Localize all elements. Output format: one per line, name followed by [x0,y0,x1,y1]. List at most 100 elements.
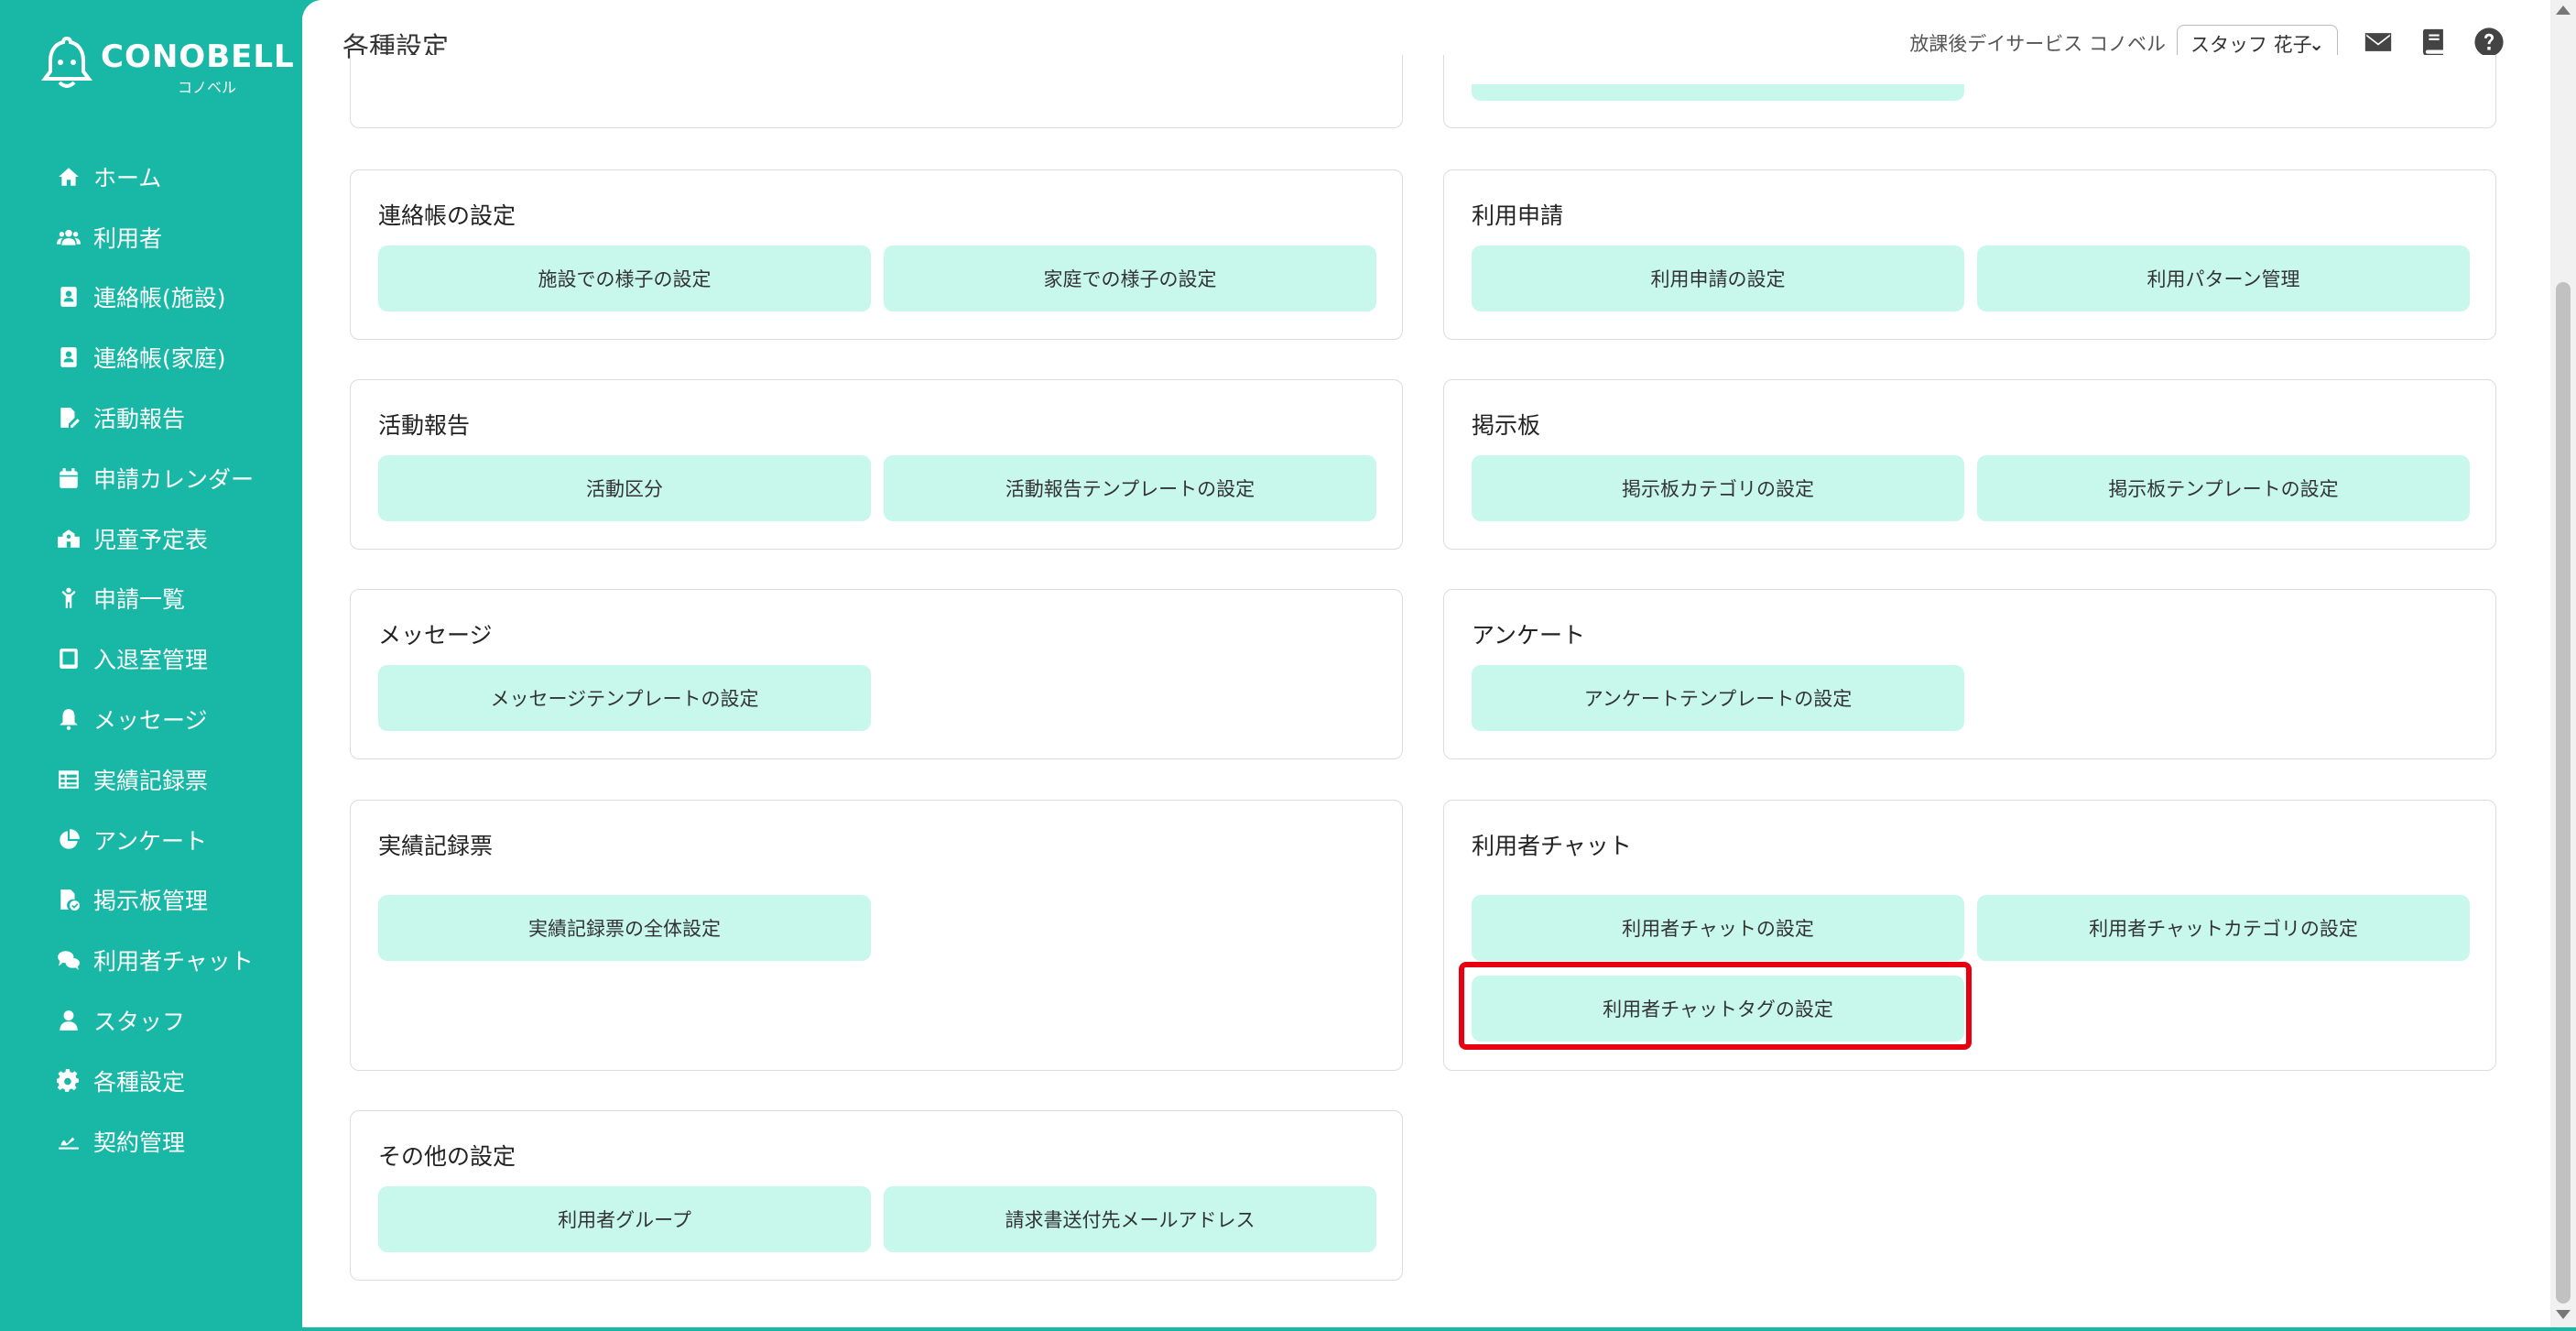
card-user-chat: 利用者チャット 利用者チャットの設定 利用者チャットカテゴリの設定 利用者チャッ… [1443,800,2496,1071]
scroll-up-arrow-icon[interactable] [2556,5,2571,15]
sidebar-item-label: スタッフ [93,1009,186,1036]
sidebar-item-users[interactable]: 利用者 [0,207,302,267]
card-other: その他の設定 利用者グループ 請求書送付先メールアドレス [350,1110,1403,1281]
sidebar-item-contact-facility[interactable]: 連絡帳(施設) [0,267,302,328]
scrollbar-thumb[interactable] [2556,282,2571,1304]
partial-button[interactable] [1472,84,1964,101]
sidebar-item-user-chat[interactable]: 利用者チャット [0,930,302,990]
activity-template-button[interactable]: 活動報告テンプレートの設定 [884,455,1376,521]
sidebar-item-calendar[interactable]: 申請カレンダー [0,448,302,508]
card-title: メッセージ [378,622,493,649]
card-enquete: アンケート アンケートテンプレートの設定 [1443,589,2496,759]
card-keijiban: 掲示板 掲示板カテゴリの設定 掲示板テンプレートの設定 [1443,379,2496,550]
sidebar-item-activity-report[interactable]: 活動報告 [0,387,302,448]
card-title: 掲示板 [1472,412,1541,439]
staff-select-value: スタッフ 花子 [2190,34,2312,56]
school-icon [55,525,82,552]
sidebar-item-label: 連絡帳(家庭) [93,345,226,373]
mail-icon[interactable] [2362,26,2395,59]
logo[interactable]: CONOBELL コノベル [40,33,294,97]
sidebar-item-label: 契約管理 [93,1129,186,1156]
sidebar-item-label: アンケート [93,827,208,855]
card-title: 利用申請 [1472,202,1564,229]
sidebar-item-contract[interactable]: 契約管理 [0,1111,302,1172]
card-partial-right [1443,55,2496,128]
card-message: メッセージ メッセージテンプレートの設定 [350,589,1403,759]
bulletin-category-button[interactable]: 掲示板カテゴリの設定 [1472,455,1964,521]
sidebar-item-performance-record[interactable]: 実績記録票 [0,749,302,810]
home-icon [55,163,82,191]
usage-pattern-button[interactable]: 利用パターン管理 [1977,245,2470,311]
pie-chart-icon [55,826,82,854]
bell-logo-icon [41,36,92,88]
highlight-box [1459,962,1972,1050]
card-title: 実績記録票 [378,833,494,859]
sidebar-item-label: ホーム [93,164,162,191]
file-check-icon [55,886,82,913]
card-title: 連絡帳の設定 [378,202,516,229]
scroll-down-arrow-icon[interactable] [2556,1310,2571,1319]
billing-email-button[interactable]: 請求書送付先メールアドレス [884,1186,1376,1252]
sidebar-item-label: 掲示板管理 [93,888,209,915]
card-renrakucho: 連絡帳の設定 施設での様子の設定 家庭での様子の設定 [350,169,1403,340]
sidebar-item-label: 児童予定表 [93,526,209,553]
users-icon [55,224,82,251]
book-icon[interactable] [2418,26,2451,59]
facility-name: 放課後デイサービス コノベル [1909,33,2166,55]
chat-icon [55,946,82,974]
sidebar-nav: ホーム 利用者 連絡帳(施設) 連絡帳(家庭) 活動報告 申請カレンダー 児童予… [0,147,302,1172]
staff-icon [55,1007,82,1034]
sidebar-item-request-list[interactable]: 申請一覧 [0,569,302,629]
brand-sub: コノベル [178,79,237,96]
sidebar-item-label: 利用者 [93,224,163,252]
card-title: その他の設定 [378,1143,516,1170]
child-icon [55,584,82,612]
bulletin-template-button[interactable]: 掲示板テンプレートの設定 [1977,455,2470,521]
bottom-border [0,1327,2576,1331]
tablet-icon [55,645,82,672]
usage-request-settings-button[interactable]: 利用申請の設定 [1472,245,1964,311]
sidebar-item-label: 実績記録票 [93,767,209,794]
sidebar-item-message[interactable]: メッセージ [0,689,302,749]
sidebar-item-staff[interactable]: スタッフ [0,990,302,1051]
sidebar-item-label: メッセージ [93,707,208,735]
record-overall-settings-button[interactable]: 実績記録票の全体設定 [378,895,871,961]
sidebar-item-settings[interactable]: 各種設定 [0,1051,302,1111]
sidebar-item-bulletin[interactable]: 掲示板管理 [0,870,302,931]
sidebar-item-home[interactable]: ホーム [0,147,302,207]
sidebar-item-contact-home[interactable]: 連絡帳(家庭) [0,327,302,387]
sidebar-item-child-schedule[interactable]: 児童予定表 [0,508,302,569]
user-group-button[interactable]: 利用者グループ [378,1186,871,1252]
sidebar-item-attendance[interactable]: 入退室管理 [0,628,302,689]
sidebar-item-label: 利用者チャット [93,948,254,976]
contract-icon [55,1128,82,1155]
bell-icon [55,705,82,733]
card-katsudo: 活動報告 活動区分 活動報告テンプレートの設定 [350,379,1403,550]
gear-icon [55,1067,82,1095]
activity-category-button[interactable]: 活動区分 [378,455,871,521]
card-riyo-shinsei: 利用申請 利用申請の設定 利用パターン管理 [1443,169,2496,340]
card-jisseki: 実績記録票 実績記録票の全体設定 [350,800,1403,1071]
enquete-template-button[interactable]: アンケートテンプレートの設定 [1472,665,1964,731]
sidebar-item-label: 連絡帳(施設) [93,285,226,312]
table-icon [55,766,82,793]
sidebar-item-label: 申請カレンダー [93,465,255,493]
sidebar-item-label: 活動報告 [93,406,186,433]
user-chat-settings-button[interactable]: 利用者チャットの設定 [1472,895,1964,961]
scrollbar[interactable] [2550,0,2576,1327]
contact-book-icon [55,283,82,311]
user-chat-category-button[interactable]: 利用者チャットカテゴリの設定 [1977,895,2470,961]
home-state-settings-button[interactable]: 家庭での様子の設定 [884,245,1376,311]
facility-state-settings-button[interactable]: 施設での様子の設定 [378,245,871,311]
sidebar: CONOBELL コノベル ホーム 利用者 連絡帳(施設) 連絡帳(家庭) 活動… [0,0,302,1331]
main-content: 各種設定 放課後デイサービス コノベル スタッフ 花子 ⌄ 連絡帳の設定 施設で… [302,0,2550,1327]
card-title: 利用者チャット [1472,833,1632,859]
edit-file-icon [55,404,82,431]
chevron-down-icon: ⌄ [2309,33,2324,55]
sidebar-item-enquete[interactable]: アンケート [0,810,302,870]
help-icon[interactable] [2473,26,2505,59]
sidebar-item-label: 申請一覧 [93,586,186,614]
card-title: 活動報告 [378,412,471,439]
brand-name: CONOBELL [101,38,295,75]
message-template-button[interactable]: メッセージテンプレートの設定 [378,665,871,731]
